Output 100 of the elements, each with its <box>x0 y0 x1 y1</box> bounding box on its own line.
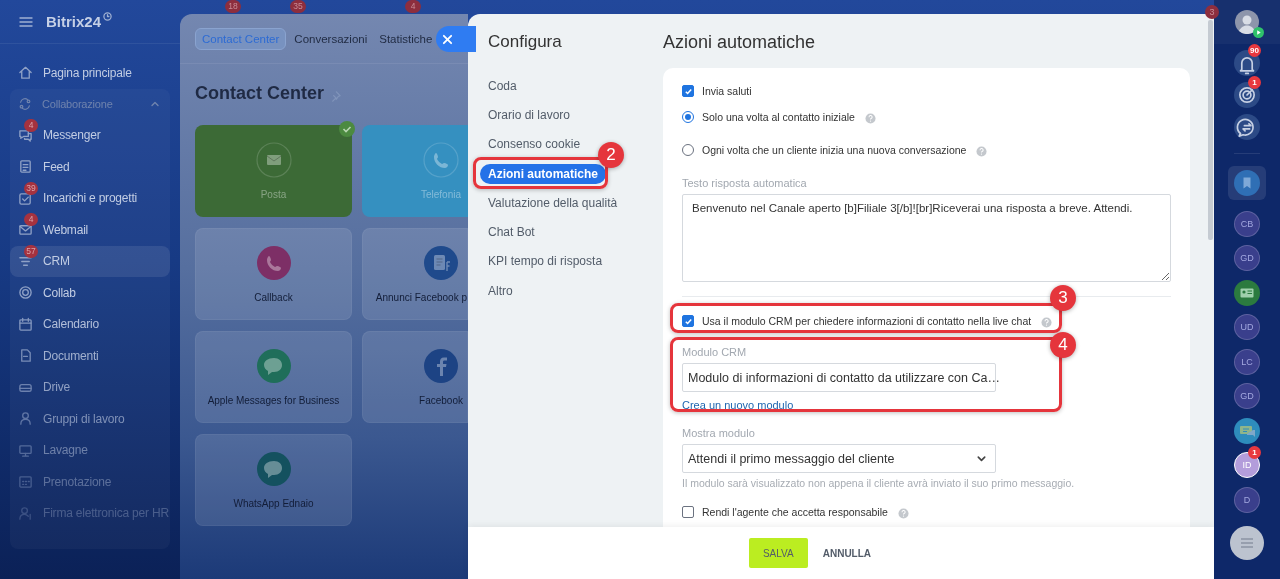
circle-arrows-icon <box>18 97 32 111</box>
play-icon <box>1253 27 1264 38</box>
bell-icon[interactable] <box>1234 50 1260 76</box>
channel-tile[interactable]: WhatsApp Ednaio <box>195 434 352 526</box>
sidebar-item[interactable]: 39 Incarichi e progetti <box>10 182 170 214</box>
sidebar-item[interactable]: Feed <box>10 151 170 183</box>
tab[interactable]: Conversazioni <box>290 28 372 50</box>
sidebar-item[interactable]: 4 Messenger <box>10 119 170 151</box>
sidebar-item[interactable]: Calendario <box>10 308 170 340</box>
radio-button[interactable] <box>682 144 694 156</box>
exchange-icon[interactable] <box>1234 114 1260 140</box>
contact-card-icon[interactable] <box>1234 279 1260 306</box>
counter-badge: 4 <box>24 118 38 132</box>
radio-label: Ogni volta che un cliente inizia una nuova conversazione <box>702 144 967 156</box>
bookmark-icon[interactable] <box>1234 170 1260 196</box>
page-title: Contact Center <box>195 82 324 104</box>
counter-badge: 1 <box>1248 446 1261 459</box>
sidebar-item[interactable]: Gruppi di lavoro <box>10 403 170 435</box>
menu-icon[interactable] <box>1230 525 1264 560</box>
scrollbar[interactable] <box>1208 20 1213 240</box>
close-icon <box>442 33 453 45</box>
sidebar-item[interactable]: Documenti <box>10 340 170 372</box>
checkbox-label: Invia saluti <box>702 85 752 97</box>
menu-item[interactable]: Azioni automatiche <box>480 163 606 184</box>
menu-item[interactable]: Orario di lavoro <box>488 107 571 122</box>
checkbox-label: Usa il modulo CRM per chiedere informazioni di contatto nella live chat <box>702 315 1032 327</box>
menu-item[interactable]: Consenso cookie <box>488 137 581 152</box>
save-button[interactable]: SALVA <box>748 538 808 568</box>
channel-tile[interactable]: Annunci Facebook p <box>362 228 468 320</box>
section-title: Azioni automatiche <box>663 32 817 52</box>
check-square-icon <box>18 190 33 206</box>
clock-icon <box>103 12 113 21</box>
radio-label: Solo una volta al contatto iniziale <box>702 111 855 123</box>
counter-badge: 3 <box>1205 5 1219 19</box>
document-icon <box>18 159 33 175</box>
sidebar-item[interactable]: 4 Webmail <box>10 214 170 246</box>
counter-badge: 4 <box>405 0 421 13</box>
envelope-icon <box>255 142 292 178</box>
sidebar-item[interactable]: Lavagne <box>10 434 170 466</box>
check-icon <box>683 86 693 96</box>
counter-badge: 18 <box>225 0 241 13</box>
channel-tile[interactable]: Facebook <box>362 331 468 423</box>
text-area[interactable]: Benvenuto nel Canale aperto [b]Filiale 3[/b]![br]Riceverai una risposta a breve. Attendi. <box>682 194 1171 282</box>
checkbox[interactable] <box>682 315 694 327</box>
calendar-icon <box>18 474 33 490</box>
channel-tile[interactable]: Apple Messages for Business <box>195 331 352 423</box>
envelope-icon <box>18 222 33 238</box>
link[interactable]: Crea un nuovo modulo <box>682 398 794 412</box>
avatar-icon[interactable] <box>1235 10 1259 34</box>
chat-avatar[interactable]: D <box>1234 486 1260 513</box>
chat-icon <box>18 127 33 143</box>
target-icon[interactable] <box>1234 82 1260 108</box>
field-label: Testo risposta automatica <box>682 176 808 190</box>
cancel-button[interactable]: ANNULLA <box>820 538 874 568</box>
sidebar-item[interactable]: Pagina principale <box>0 57 180 89</box>
menu-item[interactable]: Coda <box>488 78 517 93</box>
person-icon <box>18 505 33 521</box>
menu-item[interactable]: Chat Bot <box>488 225 535 240</box>
calendar-icon <box>18 316 33 332</box>
chat-avatar[interactable]: GD <box>1234 383 1260 409</box>
menu-item[interactable]: KPI tempo di risposta <box>488 254 603 269</box>
callout-badge: 4 <box>1050 332 1076 358</box>
document-icon <box>18 348 33 364</box>
radio-button[interactable] <box>682 111 694 123</box>
home-icon <box>18 65 33 81</box>
phone-icon <box>423 142 459 178</box>
hint-text: Il modulo sarà visualizzato non appena il cliente avrà inviato il suo primo messaggio. <box>682 476 1076 490</box>
callout-badge: 3 <box>1050 285 1076 311</box>
dropdown[interactable]: Attendi il primo messaggio del cliente <box>682 444 996 473</box>
selected-chat[interactable] <box>1228 166 1266 200</box>
sidebar-item[interactable]: Drive <box>10 371 170 403</box>
chat-bubbles-icon[interactable] <box>1234 417 1260 444</box>
panel-title: Configura <box>488 32 563 52</box>
pin-icon <box>330 90 341 102</box>
channel-tile[interactable]: Callback <box>195 228 352 320</box>
chat-avatar[interactable]: CB <box>1234 210 1260 237</box>
counter-badge: 4 <box>24 213 38 227</box>
chat-avatar[interactable]: LC <box>1234 348 1260 375</box>
sidebar-item[interactable]: Prenotazione <box>10 466 170 498</box>
checkbox[interactable] <box>682 85 694 97</box>
chevron-down-icon <box>976 453 987 464</box>
section-header[interactable]: Collaborazione <box>10 88 170 120</box>
close-button[interactable] <box>436 26 476 52</box>
sidebar-item[interactable]: Collab <box>10 277 170 309</box>
menu-item[interactable]: Altro <box>488 283 513 298</box>
chat-avatar[interactable]: UD <box>1234 314 1260 340</box>
monitor-icon <box>18 442 33 458</box>
tab[interactable]: Statistiche <box>375 28 437 50</box>
check-icon <box>683 316 693 326</box>
logo: Bitrix24 <box>46 13 102 30</box>
counter-badge: 35 <box>290 0 306 13</box>
menu-item[interactable]: Valutazione della qualità <box>488 195 618 210</box>
counter-badge: 1 <box>1248 76 1261 89</box>
chat-avatar[interactable]: GD <box>1234 245 1260 271</box>
sidebar-item[interactable]: 57 CRM <box>10 245 170 277</box>
person-icon <box>18 411 33 427</box>
checkbox[interactable] <box>682 506 694 518</box>
field-label: Mostra modulo <box>682 426 756 440</box>
ring-icon <box>18 285 33 301</box>
counter-badge: 39 <box>24 181 38 195</box>
